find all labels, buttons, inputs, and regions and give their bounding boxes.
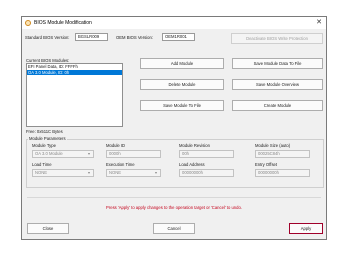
chevron-down-icon: ▾ [87,151,90,156]
status-message: Press 'Apply' to apply changes to the op… [106,205,242,210]
free-space-label: Free: 0x511C Bytes [26,129,63,134]
execution-time-value: NONE [109,170,122,175]
execution-time-label: Execution Time [106,162,135,167]
add-module-button[interactable]: Add Module [140,58,224,69]
title-bar: BIOS Module Modification ✕ [22,17,326,29]
entry-offset-field[interactable]: 00000000h [255,169,310,177]
load-address-label: Load Address [179,162,205,167]
module-revision-field[interactable]: 00h [179,150,234,158]
cancel-button[interactable]: Cancel [153,223,195,234]
module-revision-label: Module Revision [179,143,210,148]
status-separator [27,197,321,198]
load-time-label: Load Time [32,162,52,167]
load-time-select[interactable]: NONE ▾ [32,169,94,177]
module-size-label: Module Size (auto) [255,143,291,148]
chevron-down-icon: ▾ [154,170,157,175]
window-title: BIOS Module Modification [34,20,92,26]
deactivate-write-protection-button[interactable]: Deactivate BIOS Write Protection [231,33,323,44]
app-icon [25,20,31,26]
chevron-down-icon: ▾ [87,170,90,175]
bios-module-modification-dialog: BIOS Module Modification ✕ Standard BIOS… [21,16,327,240]
standard-bios-version-field[interactable]: BGSLR009 [75,33,108,41]
execution-time-select[interactable]: NONE ▾ [106,169,161,177]
save-module-to-file-button[interactable]: Save Module To File [140,100,224,111]
load-time-value: NONE [35,170,48,175]
entry-offset-label: Entry Offset [255,162,278,167]
load-address-field[interactable]: 00000000h [179,169,234,177]
create-module-button[interactable]: Create Module [232,100,323,111]
list-item-selected[interactable]: OA 3.0 Module, ID: 0h [27,69,122,75]
module-size-field[interactable]: 00025C84h [255,150,310,158]
oem-bios-version-field[interactable]: OEM1R001 [162,33,195,41]
oem-bios-version-label: OEM BIOS Version: [116,35,154,40]
close-button[interactable]: Close [27,223,69,234]
save-module-data-button[interactable]: Save Module Data To File [232,58,323,69]
module-type-value: OA 3.0 Module [35,151,63,156]
delete-module-button[interactable]: Delete Module [140,79,224,90]
modules-listbox[interactable]: EFI Panel Data, ID: FFFFh OA 3.0 Module,… [26,63,123,127]
standard-bios-version-label: Standard BIOS Version: [25,35,70,40]
module-type-select[interactable]: OA 3.0 Module ▾ [32,150,94,158]
close-icon[interactable]: ✕ [316,18,322,27]
module-parameters-group-label: Module Parameters [28,136,67,141]
apply-button[interactable]: Apply [289,223,323,234]
module-type-label: Module Type [32,143,56,148]
save-module-overview-button[interactable]: Save Module Overview [232,79,323,90]
module-id-field[interactable]: 0000h [106,150,161,158]
module-id-label: Module ID [106,143,126,148]
